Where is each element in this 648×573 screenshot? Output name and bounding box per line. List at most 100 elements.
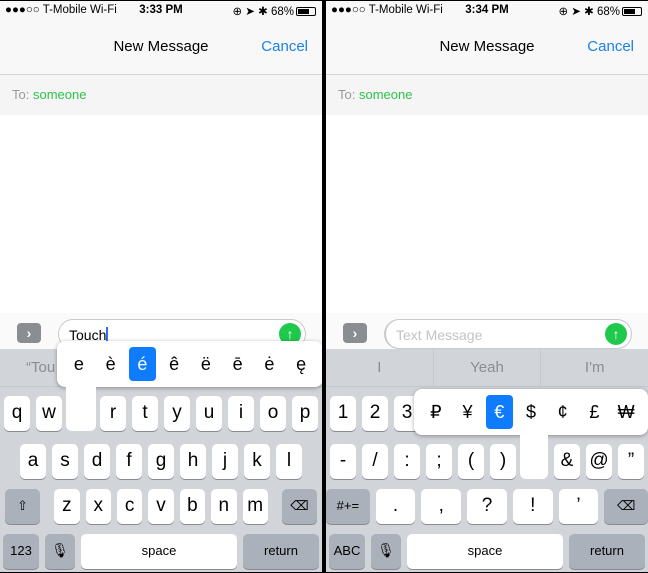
popup-option[interactable]: £ [581, 395, 608, 429]
to-field[interactable]: To: someone [326, 75, 648, 115]
battery-fill [624, 9, 635, 14]
battery-fill [298, 9, 309, 14]
key-key[interactable]: ” [618, 444, 644, 479]
key-return-key[interactable]: return [569, 534, 645, 569]
key-key[interactable]: 2 [362, 396, 388, 431]
key-key[interactable]: / [362, 444, 388, 479]
nav-bar: New Message Cancel [326, 21, 648, 75]
key-key[interactable]: q [4, 396, 30, 431]
key-microphone-key[interactable]: 🎙 [45, 534, 75, 569]
key-key[interactable]: : [394, 444, 420, 479]
microphone-icon: 🎙 [51, 542, 69, 558]
key-microphone-key[interactable]: 🎙 [371, 534, 401, 569]
key-space-key[interactable]: space [407, 534, 563, 569]
key-key[interactable]: n [211, 489, 237, 524]
key-key[interactable]: s [52, 444, 78, 479]
key-key[interactable]: z [54, 489, 80, 524]
suggestion[interactable]: Yeah [434, 349, 542, 386]
key-key[interactable]: ; [426, 444, 452, 479]
key-key[interactable]: b [179, 489, 206, 524]
keyboard-row: ABC 🎙 space return [326, 534, 648, 569]
key-key[interactable]: f [116, 444, 142, 479]
cancel-button[interactable]: Cancel [261, 38, 308, 55]
popup-option[interactable]: ê [161, 347, 188, 381]
popup-option[interactable]: ₽ [422, 395, 449, 429]
popup-option[interactable]: ę [288, 347, 315, 381]
expand-apps-button[interactable]: › [343, 323, 367, 343]
key-key[interactable]: v [148, 489, 174, 524]
key-key[interactable]: r [100, 396, 126, 431]
key-key[interactable]: ? [467, 489, 507, 524]
cancel-button[interactable]: Cancel [587, 38, 634, 55]
key-key[interactable]: & [554, 444, 580, 479]
alternate-characters-popup: eèéêëēėę [57, 341, 322, 387]
key-key[interactable]: - [330, 444, 356, 479]
key-key[interactable]: ! [512, 489, 553, 524]
key-backspace-key[interactable]: ⌫ [604, 489, 648, 524]
popup-option[interactable]: ¥ [454, 395, 481, 429]
popup-option[interactable]: $ [517, 395, 544, 429]
key-key[interactable]: , [421, 489, 462, 524]
key-key[interactable]: o [260, 396, 286, 431]
key-key[interactable]: m [242, 489, 268, 524]
keyboard-row: #+=.,?!’ ⌫ [326, 489, 648, 524]
popup-option[interactable]: ė [256, 347, 283, 381]
popup-option[interactable]: è [97, 347, 124, 381]
popup-option[interactable]: e [65, 347, 92, 381]
send-icon[interactable]: ↑ [605, 323, 627, 345]
key-key[interactable]: ( [458, 444, 484, 479]
to-field[interactable]: To: someone [0, 75, 322, 115]
message-input[interactable]: Text Message ↑ [384, 319, 632, 349]
key-key[interactable]: p [292, 396, 318, 431]
key-key[interactable]: #+= [326, 489, 370, 524]
keyboard: IYeahI'm1234567890-/:;()$&@”#+=.,?!’⌫ABC… [326, 349, 648, 572]
popup-option[interactable]: € [485, 395, 513, 429]
status-right: ⊕ ➤ ✱ 68% [232, 4, 316, 18]
key-key[interactable]: i [228, 396, 254, 431]
key-key[interactable]: y [164, 396, 190, 431]
battery-percent: 68% [270, 6, 294, 18]
alternate-characters-popup: ₽ ¥ € $ ¢ £ ₩ [414, 389, 648, 435]
expand-apps-button[interactable]: › [17, 323, 41, 343]
recipient[interactable]: someone [33, 87, 86, 102]
key-key[interactable]: ) [490, 444, 516, 479]
key-key[interactable]: d [84, 444, 110, 479]
key-space-key[interactable]: space [81, 534, 237, 569]
key-key[interactable]: a [20, 444, 46, 479]
popup-option[interactable]: ¢ [549, 395, 576, 429]
key-backspace-key[interactable]: ⌫ [281, 489, 318, 524]
nav-bar: New Message Cancel [0, 21, 322, 75]
microphone-icon: 🎙 [377, 542, 395, 558]
key-key[interactable]: . [375, 489, 416, 524]
battery-icon [622, 7, 642, 16]
key-key[interactable]: l [276, 444, 302, 479]
key-key[interactable]: h [180, 444, 206, 479]
popup-option[interactable]: ë [192, 347, 219, 381]
popup-option[interactable]: ē [224, 347, 251, 381]
key-key[interactable]: k [244, 444, 270, 479]
key-key[interactable]: t [132, 396, 158, 431]
suggestion-bar: I Yeah I'm [326, 349, 648, 387]
key-shift-key[interactable]: ⇧ [5, 489, 41, 524]
suggestion[interactable]: I'm [541, 349, 648, 386]
status-right: ⊕ ➤ ✱ 68% [558, 4, 642, 18]
popup-stem [66, 385, 96, 431]
key-key[interactable]: j [212, 444, 238, 479]
key-return-key[interactable]: return [243, 534, 319, 569]
key-key[interactable]: g [148, 444, 174, 479]
key-key[interactable]: c [116, 489, 143, 524]
popup-option[interactable]: é [128, 347, 156, 381]
suggestion[interactable]: I [326, 349, 434, 386]
key-key[interactable]: ABC [329, 534, 365, 569]
keyboard-row: ⇧ z x c v b n m ⌫ [0, 489, 322, 524]
status-bar: ●●●○○ T-Mobile Wi-Fi 3:33 PM ⊕ ➤ ✱ 68% [0, 1, 322, 21]
key-key[interactable]: x [85, 489, 111, 524]
popup-option[interactable]: ₩ [613, 395, 640, 429]
key-key[interactable]: ’ [558, 489, 599, 524]
recipient[interactable]: someone [359, 87, 412, 102]
key-key[interactable]: u [196, 396, 222, 431]
key-key[interactable]: w [36, 396, 62, 431]
key-key[interactable]: @ [586, 444, 612, 479]
key-key[interactable]: 123 [3, 534, 39, 569]
key-key[interactable]: 1 [330, 396, 356, 431]
